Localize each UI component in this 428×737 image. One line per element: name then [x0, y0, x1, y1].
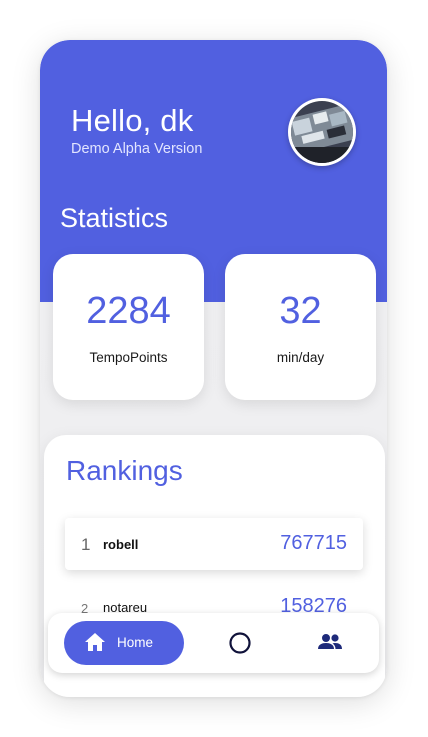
nav-home-button[interactable]: Home: [64, 621, 184, 665]
stat-card-tempopoints: 2284 TempoPoints: [53, 254, 204, 400]
stat-label: min/day: [276, 350, 325, 365]
rank-score: 767715: [280, 532, 347, 554]
rank-username: robell: [103, 537, 139, 552]
avatar[interactable]: [288, 98, 356, 166]
greeting-text: Hello, dk: [71, 103, 194, 138]
profile-photo-icon: [291, 101, 353, 163]
bottom-nav-bar: Home: [48, 613, 379, 673]
screen: Hello, dk Demo Alpha Version Statistics …: [0, 0, 428, 737]
rank-number: 1: [81, 535, 91, 554]
ranking-row[interactable]: 1 robell 767715: [65, 518, 363, 570]
rankings-title: Rankings: [66, 455, 183, 486]
stat-value: 32: [279, 290, 322, 332]
people-icon[interactable]: [315, 628, 345, 658]
statistics-title: Statistics: [60, 203, 169, 233]
phone-frame: Hello, dk Demo Alpha Version Statistics …: [40, 40, 387, 697]
circle-icon[interactable]: [225, 628, 255, 658]
stat-card-minutes: 32 min/day: [225, 254, 376, 400]
home-icon: [85, 633, 105, 651]
nav-home-label: Home: [117, 635, 154, 650]
version-text: Demo Alpha Version: [71, 141, 203, 157]
stat-value: 2284: [86, 290, 171, 332]
stat-label: TempoPoints: [89, 350, 168, 365]
